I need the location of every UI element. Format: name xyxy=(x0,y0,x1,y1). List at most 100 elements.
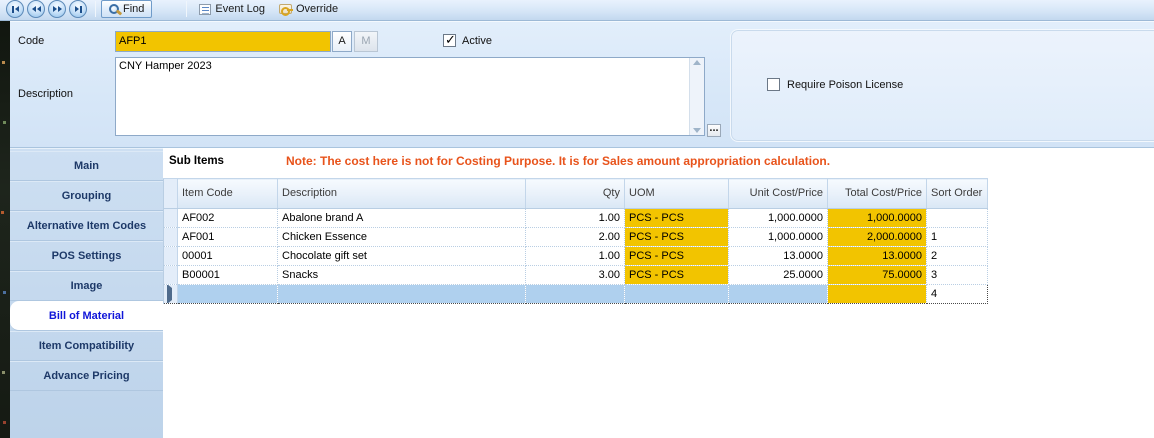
cell-qty[interactable] xyxy=(525,284,625,304)
cell-total-cost[interactable]: 13.0000 xyxy=(827,246,927,266)
override-label: Override xyxy=(295,3,339,15)
cell-sort-order[interactable] xyxy=(926,208,988,228)
active-label: Active xyxy=(462,35,492,47)
next-record-icon xyxy=(52,6,57,12)
cell-qty[interactable]: 1.00 xyxy=(525,246,625,266)
cell-description[interactable]: Chocolate gift set xyxy=(277,246,526,266)
cell-qty[interactable]: 1.00 xyxy=(525,208,625,228)
cell-item-code[interactable] xyxy=(177,284,278,304)
column-header-sort-order[interactable]: Sort Order xyxy=(926,178,988,209)
cell-item-code[interactable]: AF002 xyxy=(177,208,278,228)
row-indicator-cell xyxy=(163,227,178,247)
cell-unit-cost[interactable]: 1,000.0000 xyxy=(728,208,828,228)
cell-sort-order[interactable]: 2 xyxy=(926,246,988,266)
cell-sort-order[interactable]: 4 xyxy=(926,284,988,304)
row-indicator-header xyxy=(163,178,178,209)
last-record-button[interactable] xyxy=(69,0,87,18)
cell-description[interactable]: Chicken Essence xyxy=(277,227,526,247)
override-button[interactable]: Override xyxy=(272,1,345,17)
row-indicator-cell xyxy=(163,208,178,228)
cell-uom[interactable]: PCS - PCS xyxy=(624,246,729,266)
find-button-label: Find xyxy=(123,3,145,15)
last-record-icon xyxy=(74,6,79,12)
column-header-unit-cost[interactable]: Unit Cost/Price xyxy=(728,178,828,209)
scroll-up-icon[interactable] xyxy=(693,60,701,65)
column-header-description[interactable]: Description xyxy=(277,178,526,209)
cell-item-code[interactable]: 00001 xyxy=(177,246,278,266)
item-maintenance-window: Find Event Log Override Code AFP1 A M Ac… xyxy=(0,0,1154,438)
cell-unit-cost[interactable]: 13.0000 xyxy=(728,246,828,266)
active-checkbox[interactable] xyxy=(443,32,456,48)
sub-item-row[interactable]: AF002 Abalone brand A 1.00 PCS - PCS 1,0… xyxy=(163,208,988,228)
cell-item-code[interactable]: AF001 xyxy=(177,227,278,247)
sidebar-tab-pos-settings[interactable]: POS Settings xyxy=(10,241,163,271)
bill-of-material-panel: Sub Items Note: The cost here is not for… xyxy=(163,148,1154,438)
event-log-icon xyxy=(199,3,212,15)
first-record-button[interactable] xyxy=(6,0,24,18)
code-a-button[interactable]: A xyxy=(332,31,352,52)
row-indicator-cell xyxy=(163,265,178,285)
row-indicator-cell xyxy=(163,284,178,304)
cell-description[interactable] xyxy=(277,284,526,304)
cell-sort-order[interactable]: 1 xyxy=(926,227,988,247)
code-m-button[interactable]: M xyxy=(354,31,378,52)
sub-items-title: Sub Items xyxy=(169,155,224,167)
sub-items-grid: Item Code Description Qty UOM Unit Cost/… xyxy=(163,178,988,304)
first-record-icon xyxy=(11,5,14,13)
cell-description[interactable]: Abalone brand A xyxy=(277,208,526,228)
cell-total-cost[interactable]: 1,000.0000 xyxy=(827,208,927,228)
sub-item-row[interactable]: AF001 Chicken Essence 2.00 PCS - PCS 1,0… xyxy=(163,227,988,247)
require-poison-license-label: Require Poison License xyxy=(787,79,904,91)
description-scrollbar[interactable] xyxy=(689,58,704,135)
cell-sort-order[interactable]: 3 xyxy=(926,265,988,285)
scroll-down-icon[interactable] xyxy=(693,128,701,133)
cell-total-cost[interactable]: 75.0000 xyxy=(827,265,927,285)
toolbar: Find Event Log Override xyxy=(0,0,1154,21)
grid-new-row[interactable]: 4 xyxy=(163,284,988,304)
previous-record-icon xyxy=(31,6,36,12)
cell-total-cost[interactable] xyxy=(827,284,927,304)
cell-uom[interactable]: PCS - PCS xyxy=(624,265,729,285)
cell-unit-cost[interactable]: 25.0000 xyxy=(728,265,828,285)
event-log-button[interactable]: Event Log xyxy=(192,1,272,17)
require-poison-license-checkbox[interactable] xyxy=(767,78,780,91)
column-header-uom[interactable]: UOM xyxy=(624,178,729,209)
description-input[interactable]: CNY Hamper 2023 xyxy=(115,57,705,136)
current-row-arrow-icon xyxy=(167,285,172,303)
cell-unit-cost[interactable]: 1,000.0000 xyxy=(728,227,828,247)
cell-qty[interactable]: 2.00 xyxy=(525,227,625,247)
item-form: Code AFP1 A M Active Description CNY Ham… xyxy=(10,21,1154,148)
toolbar-separator xyxy=(186,1,188,17)
column-header-qty[interactable]: Qty xyxy=(525,178,625,209)
description-label: Description xyxy=(18,88,74,100)
next-record-button[interactable] xyxy=(48,0,66,18)
row-indicator-cell xyxy=(163,246,178,266)
column-header-item-code[interactable]: Item Code xyxy=(177,178,278,209)
cell-qty[interactable]: 3.00 xyxy=(525,265,625,285)
cell-uom[interactable]: PCS - PCS xyxy=(624,227,729,247)
cell-item-code[interactable]: B00001 xyxy=(177,265,278,285)
description-text: CNY Hamper 2023 xyxy=(119,60,212,72)
sub-item-row[interactable]: B00001 Snacks 3.00 PCS - PCS 25.0000 75.… xyxy=(163,265,988,285)
desktop-background-strip xyxy=(0,21,10,438)
sidebar-tab-advance-pricing[interactable]: Advance Pricing xyxy=(10,361,163,391)
find-button[interactable]: Find xyxy=(101,0,153,18)
cell-description[interactable]: Snacks xyxy=(277,265,526,285)
cell-unit-cost[interactable] xyxy=(728,284,828,304)
sidebar-tab-bill-of-material[interactable]: Bill of Material xyxy=(10,301,163,331)
cell-uom[interactable] xyxy=(624,284,729,304)
cell-total-cost[interactable]: 2,000.0000 xyxy=(827,227,927,247)
sidebar-tab-image[interactable]: Image xyxy=(10,271,163,301)
code-label: Code xyxy=(18,35,45,47)
code-input[interactable]: AFP1 xyxy=(115,31,331,52)
description-more-button[interactable]: ... xyxy=(707,123,721,137)
cell-uom[interactable]: PCS - PCS xyxy=(624,208,729,228)
sidebar-tab-alternative-item-codes[interactable]: Alternative Item Codes xyxy=(10,211,163,241)
sidebar-tab-grouping[interactable]: Grouping xyxy=(10,181,163,211)
column-header-total-cost[interactable]: Total Cost/Price xyxy=(827,178,927,209)
sidebar-tab-main[interactable]: Main xyxy=(10,151,163,181)
costing-note: Note: The cost here is not for Costing P… xyxy=(286,154,831,168)
sidebar-tab-item-compatibility[interactable]: Item Compatibility xyxy=(10,331,163,361)
previous-record-button[interactable] xyxy=(27,0,45,18)
sub-item-row[interactable]: 00001 Chocolate gift set 1.00 PCS - PCS … xyxy=(163,246,988,266)
